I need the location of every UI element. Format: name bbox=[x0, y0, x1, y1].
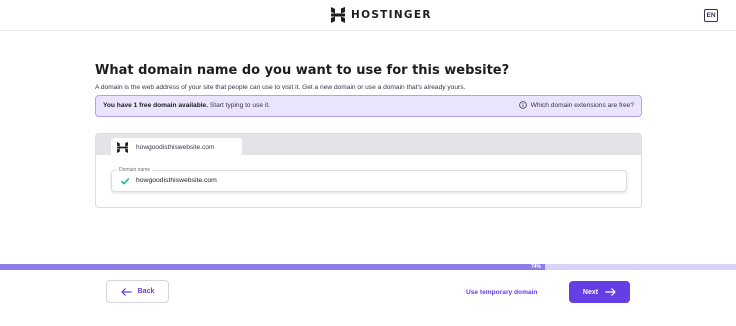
check-icon bbox=[121, 178, 129, 185]
next-button[interactable]: Next bbox=[569, 281, 630, 303]
brand-logo[interactable]: HOSTINGER bbox=[331, 7, 432, 23]
domain-name-value: howgoodisthiswebsite.com bbox=[136, 177, 217, 184]
arrow-left-icon bbox=[121, 287, 132, 296]
progress-bar-fill bbox=[0, 264, 545, 270]
domain-name-label: Domain name bbox=[117, 167, 153, 173]
browser-tab-label: howgoodisthiswebsite.com bbox=[136, 143, 215, 151]
banner-bold-text: You have 1 free domain available. bbox=[103, 102, 209, 109]
progress-bar: 74% bbox=[0, 264, 736, 270]
use-temporary-domain-link[interactable]: Use temporary domain bbox=[466, 289, 537, 296]
hostinger-favicon-icon bbox=[117, 141, 128, 153]
brand-name: HOSTINGER bbox=[351, 9, 432, 21]
arrow-right-icon bbox=[605, 288, 616, 296]
progress-label: 74% bbox=[531, 264, 542, 270]
banner-rest-text: Start typing to use it. bbox=[208, 102, 271, 109]
back-button[interactable]: Back bbox=[106, 280, 169, 303]
hostinger-logo-icon bbox=[331, 7, 345, 23]
banner-message: You have 1 free domain available. Start … bbox=[103, 102, 270, 109]
domain-name-input[interactable]: Domain name howgoodisthiswebsite.com bbox=[111, 167, 627, 192]
free-extensions-help-label: Which domain extensions are free? bbox=[530, 101, 634, 109]
free-domain-banner: You have 1 free domain available. Start … bbox=[95, 95, 642, 117]
page-title: What domain name do you want to use for … bbox=[95, 63, 510, 78]
browser-tab: howgoodisthiswebsite.com bbox=[111, 138, 242, 156]
back-button-label: Back bbox=[137, 288, 155, 295]
domain-preview-card: howgoodisthiswebsite.com Domain name how… bbox=[95, 133, 642, 208]
page-subtitle: A domain is the web address of your site… bbox=[95, 84, 466, 91]
language-selector[interactable]: EN bbox=[704, 9, 718, 22]
browser-tab-bar: howgoodisthiswebsite.com bbox=[96, 134, 641, 156]
free-extensions-help-link[interactable]: Which domain extensions are free? bbox=[518, 101, 634, 109]
next-button-label: Next bbox=[582, 288, 599, 296]
top-header: HOSTINGER EN bbox=[0, 0, 736, 31]
info-circle-icon bbox=[518, 101, 527, 109]
